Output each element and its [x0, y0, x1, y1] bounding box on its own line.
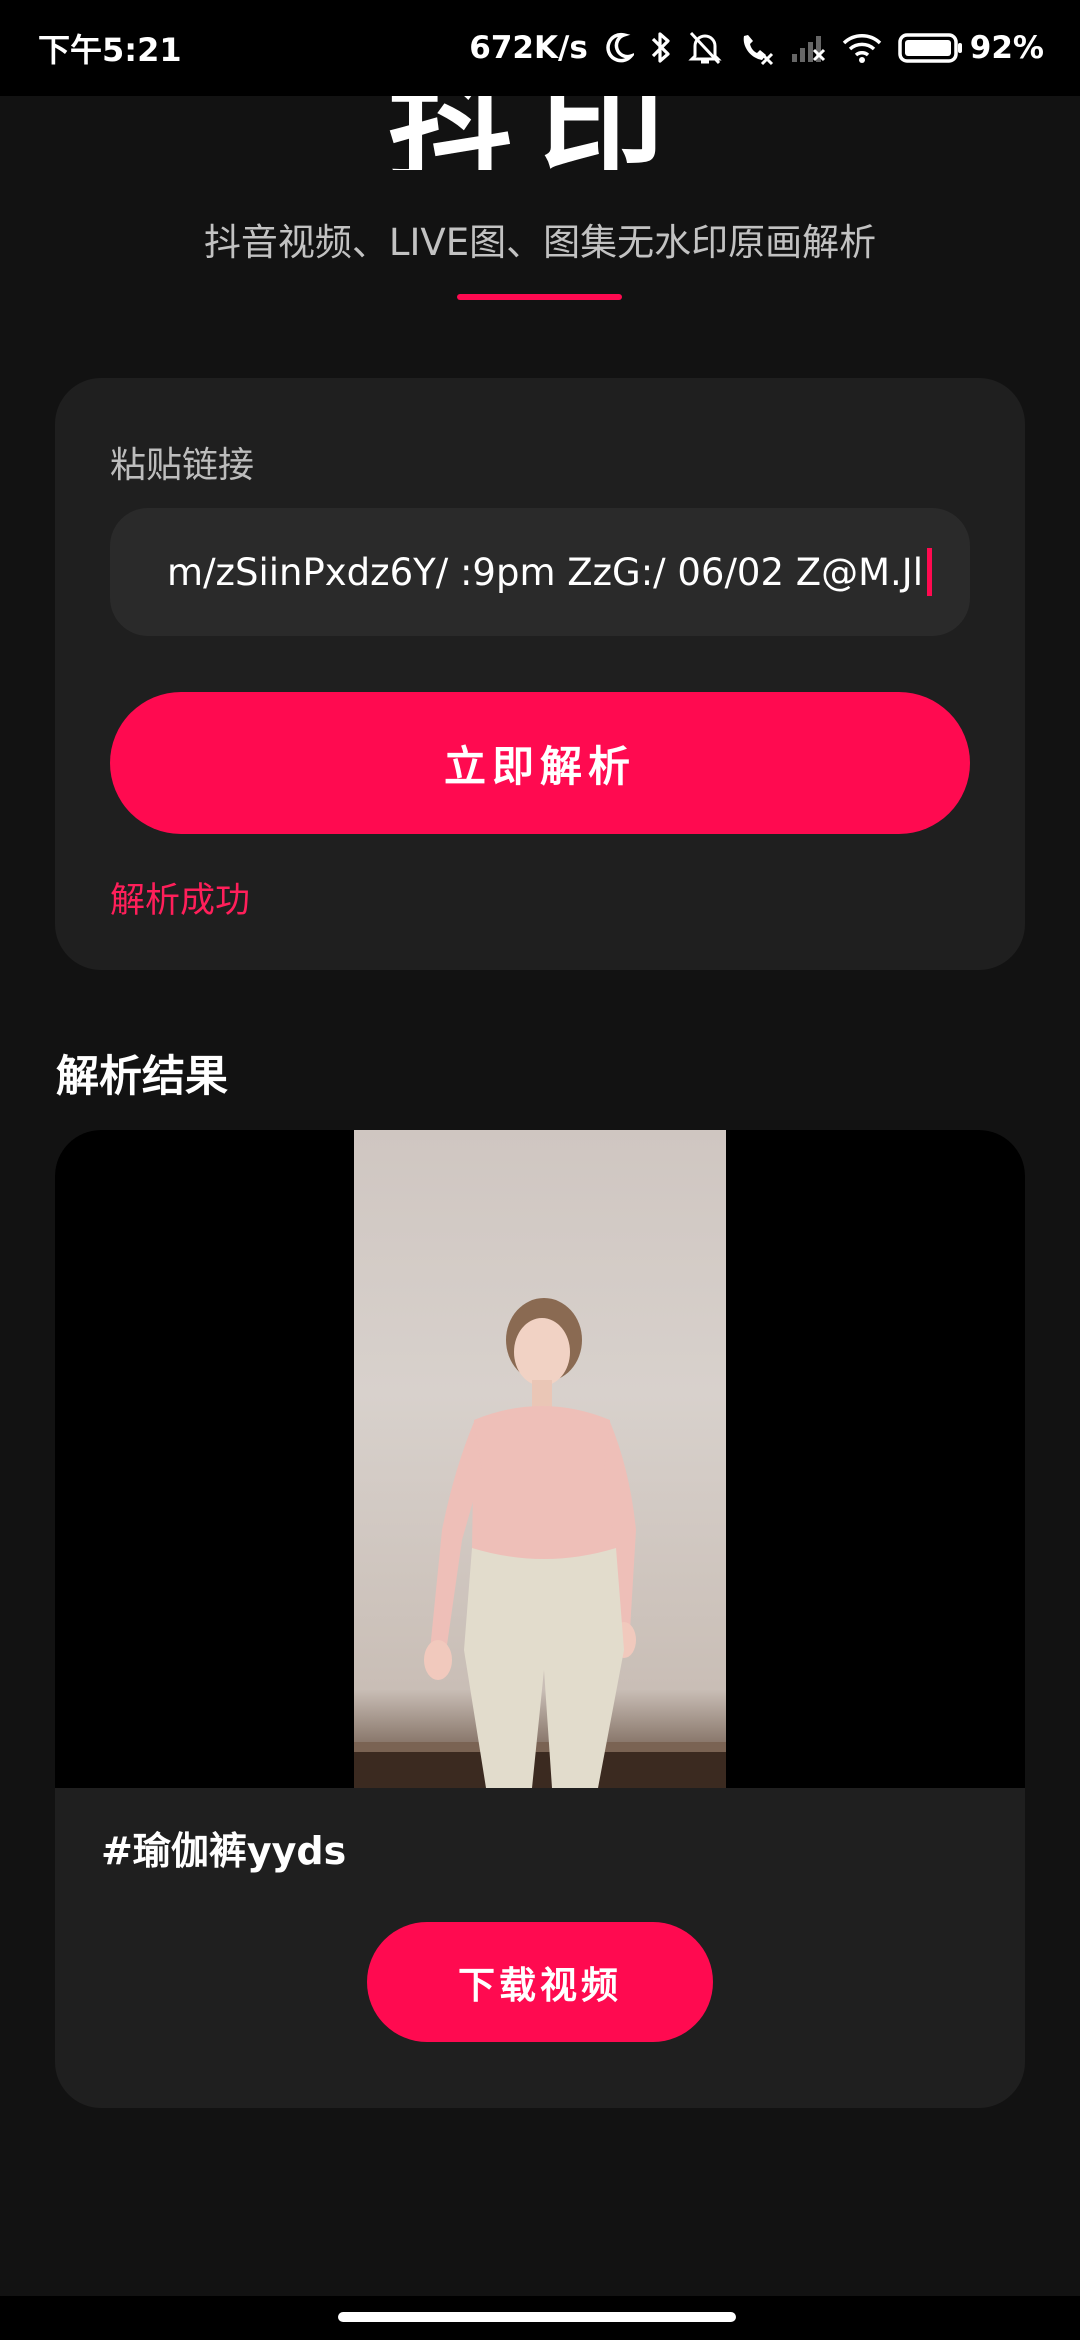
battery: 92% [898, 30, 1044, 66]
video-player[interactable] [55, 1130, 1025, 1788]
result-card: #瑜伽裤yyds 下载视频 [55, 1130, 1025, 2108]
wifi-icon [842, 34, 882, 63]
battery-icon [898, 33, 962, 63]
results-heading: 解析结果 [56, 1052, 228, 1102]
download-video-button[interactable]: 下载视频 [367, 1922, 713, 2042]
moon-icon [606, 32, 634, 63]
title-underline [457, 294, 622, 300]
mute-bell-icon [688, 31, 722, 65]
app-subtitle: 抖音视频、LIVE图、图集无水印原画解析 [203, 221, 877, 264]
link-input-value: m/zSiinPxdz6Y/ :9pm ZzG:/ 06/02 Z@M.Jl [167, 550, 923, 594]
paste-link-label: 粘贴链接 [110, 445, 255, 486]
home-indicator[interactable] [338, 2312, 736, 2322]
status-time: 下午5:21 [38, 31, 182, 69]
status-bar: 下午5:21 672K/s 92% [0, 0, 1080, 96]
status-icons: 672K/s 92% [469, 30, 1044, 66]
network-speed: 672K/s [469, 30, 588, 66]
parse-card: 粘贴链接 m/zSiinPxdz6Y/ :9pm ZzG:/ 06/02 Z@M… [55, 378, 1025, 970]
link-input[interactable]: m/zSiinPxdz6Y/ :9pm ZzG:/ 06/02 Z@M.Jl [110, 508, 970, 636]
parse-status: 解析成功 [110, 881, 251, 921]
person-figure-illustration [354, 1298, 726, 1788]
cellular-no-signal-icon [791, 36, 825, 62]
text-caret [927, 548, 932, 596]
battery-level: 92% [969, 30, 1044, 66]
call-forward-icon [743, 35, 773, 66]
parse-button[interactable]: 立即解析 [110, 692, 970, 834]
video-caption: #瑜伽裤yyds [101, 1829, 347, 1873]
bluetooth-icon [651, 32, 670, 63]
video-thumbnail[interactable] [354, 1130, 726, 1788]
